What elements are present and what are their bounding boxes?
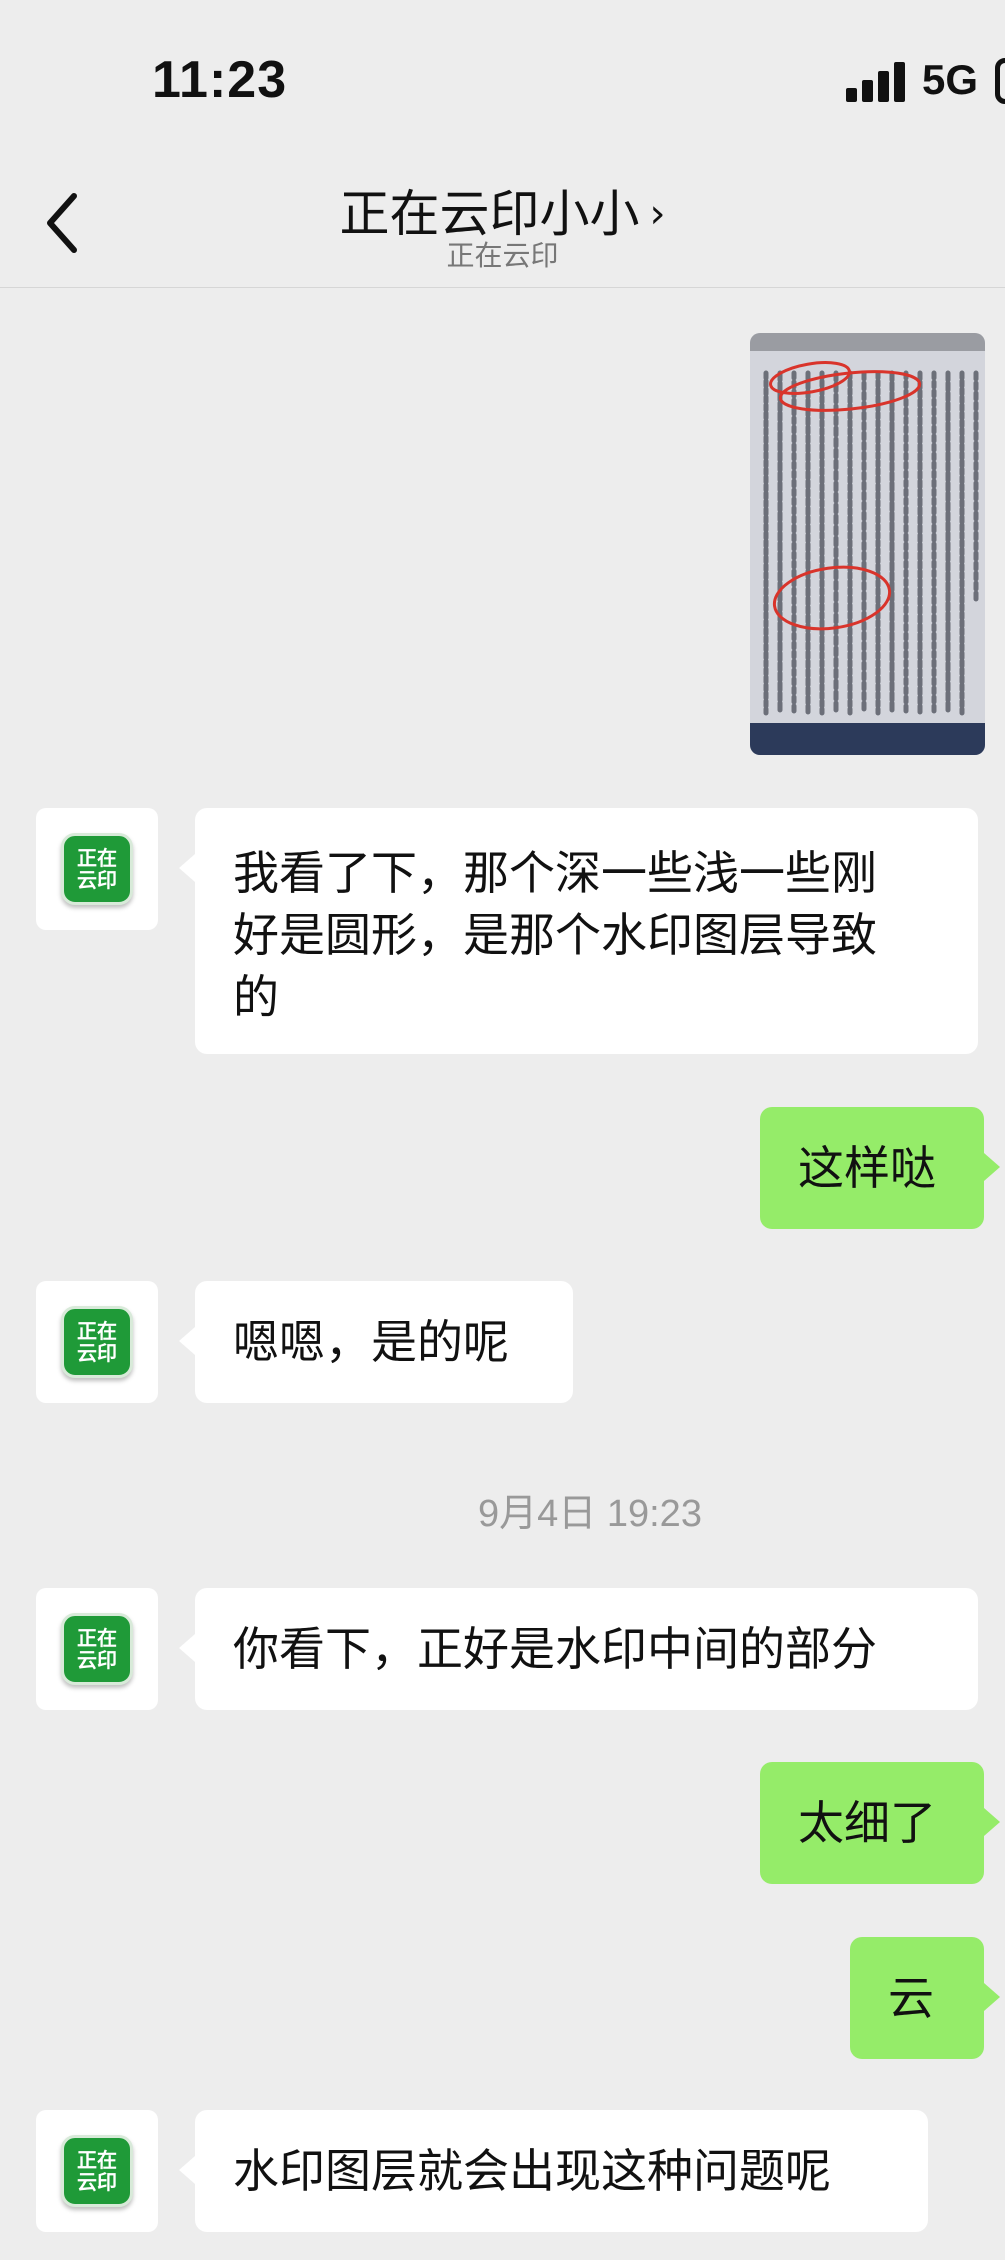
message-bubble-incoming[interactable]: 嗯嗯，是的呢: [179, 1281, 573, 1403]
message-text: 云: [888, 1971, 934, 2025]
image-message[interactable]: [750, 333, 985, 755]
timestamp-separator: 9月4日 19:23: [478, 1493, 702, 1535]
message-text: 太细了: [798, 1796, 936, 1850]
app-logo-icon: 正在 云印: [61, 833, 133, 905]
status-time: 11:23: [152, 51, 288, 109]
chat-subtitle: 正在云印: [446, 239, 559, 272]
message-text: 这样哒: [798, 1141, 936, 1195]
signal-icon: [846, 60, 906, 102]
avatar[interactable]: 正在 云印: [36, 2110, 158, 2232]
message-bubble-outgoing[interactable]: 这样哒: [760, 1107, 1000, 1229]
avatar[interactable]: 正在 云印: [36, 1588, 158, 1710]
chat-screen: 11:23 5G 正在云印小小 › 正在云印 正在 云印 我看了下，那个深一些浅…: [0, 0, 1005, 2260]
battery-icon: [995, 58, 1005, 104]
message-text-line: 我看了下，那个深一些浅一些刚: [233, 846, 877, 900]
message-text-line: 的: [233, 970, 279, 1024]
status-bar: 11:23 5G: [0, 0, 1005, 160]
app-logo-icon: 正在 云印: [61, 1306, 133, 1378]
message-bubble-incoming[interactable]: 我看了下，那个深一些浅一些刚 好是圆形，是那个水印图层导致 的: [179, 808, 978, 1054]
app-logo-icon: 正在 云印: [61, 2135, 133, 2207]
document-photo-icon: [750, 333, 985, 755]
message-text-line: 好是圆形，是那个水印图层导致: [233, 908, 877, 962]
avatar[interactable]: 正在 云印: [36, 808, 158, 930]
message-text: 你看下，正好是水印中间的部分: [233, 1622, 877, 1676]
nav-bar: 正在云印小小 › 正在云印: [0, 160, 1005, 288]
chevron-right-icon: ›: [649, 191, 666, 237]
avatar[interactable]: 正在 云印: [36, 1281, 158, 1403]
message-bubble-outgoing[interactable]: 太细了: [760, 1762, 1000, 1884]
message-bubble-incoming[interactable]: 你看下，正好是水印中间的部分: [179, 1588, 978, 1710]
message-text: 水印图层就会出现这种问题呢: [233, 2144, 831, 2198]
message-bubble-incoming[interactable]: 水印图层就会出现这种问题呢: [179, 2110, 928, 2232]
app-logo-icon: 正在 云印: [61, 1613, 133, 1685]
message-bubble-outgoing[interactable]: 云: [850, 1937, 1000, 2059]
network-label: 5G: [922, 56, 979, 103]
message-text: 嗯嗯，是的呢: [233, 1315, 509, 1369]
